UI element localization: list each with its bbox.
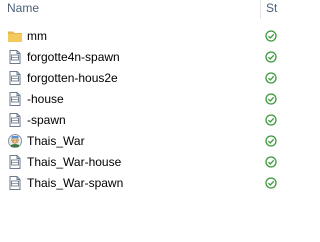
sync-ok-icon: [265, 114, 277, 126]
file-icon: [9, 92, 21, 106]
sync-ok-icon: [265, 51, 277, 63]
file-name: -house: [27, 92, 64, 106]
file-name: forgotten-hous2e: [27, 71, 118, 85]
file-icon: [9, 50, 21, 64]
file-name: mm: [27, 29, 47, 43]
file-name: -spawn: [27, 113, 66, 127]
file-list: mm forgotte4n-spawn forgotten-hous2e -ho…: [0, 26, 277, 194]
file-name: forgotte4n-spawn: [27, 50, 120, 64]
list-item-file[interactable]: forgotten-hous2e: [0, 68, 277, 89]
list-item-file[interactable]: forgotte4n-spawn: [0, 47, 277, 68]
sync-ok-icon: [265, 93, 277, 105]
file-name: Thais_War-house: [27, 155, 122, 169]
sync-ok-icon: [265, 72, 277, 84]
sync-ok-icon: [265, 30, 277, 42]
folder-icon: [8, 31, 22, 42]
column-header: Name St: [0, 0, 277, 19]
file-name: Thais_War-spawn: [27, 176, 124, 190]
list-item-file[interactable]: Thais_War-house: [0, 152, 277, 173]
list-item-file[interactable]: Thais_War-spawn: [0, 173, 277, 194]
list-item-file[interactable]: -house: [0, 89, 277, 110]
column-divider[interactable]: [260, 0, 261, 19]
sync-ok-icon: [265, 135, 277, 147]
file-name: Thais_War: [27, 134, 85, 148]
list-item-file[interactable]: -spawn: [0, 110, 277, 131]
map-app-icon: [8, 134, 22, 148]
file-icon: [9, 176, 21, 190]
file-icon: [9, 71, 21, 85]
sync-ok-icon: [265, 156, 277, 168]
list-item-folder-mm[interactable]: mm: [0, 26, 277, 47]
list-item-app[interactable]: Thais_War: [0, 131, 277, 152]
file-icon: [9, 155, 21, 169]
sync-ok-icon: [265, 177, 277, 189]
file-icon: [9, 113, 21, 127]
column-header-name[interactable]: Name: [0, 0, 260, 19]
column-header-status[interactable]: St: [266, 0, 286, 19]
